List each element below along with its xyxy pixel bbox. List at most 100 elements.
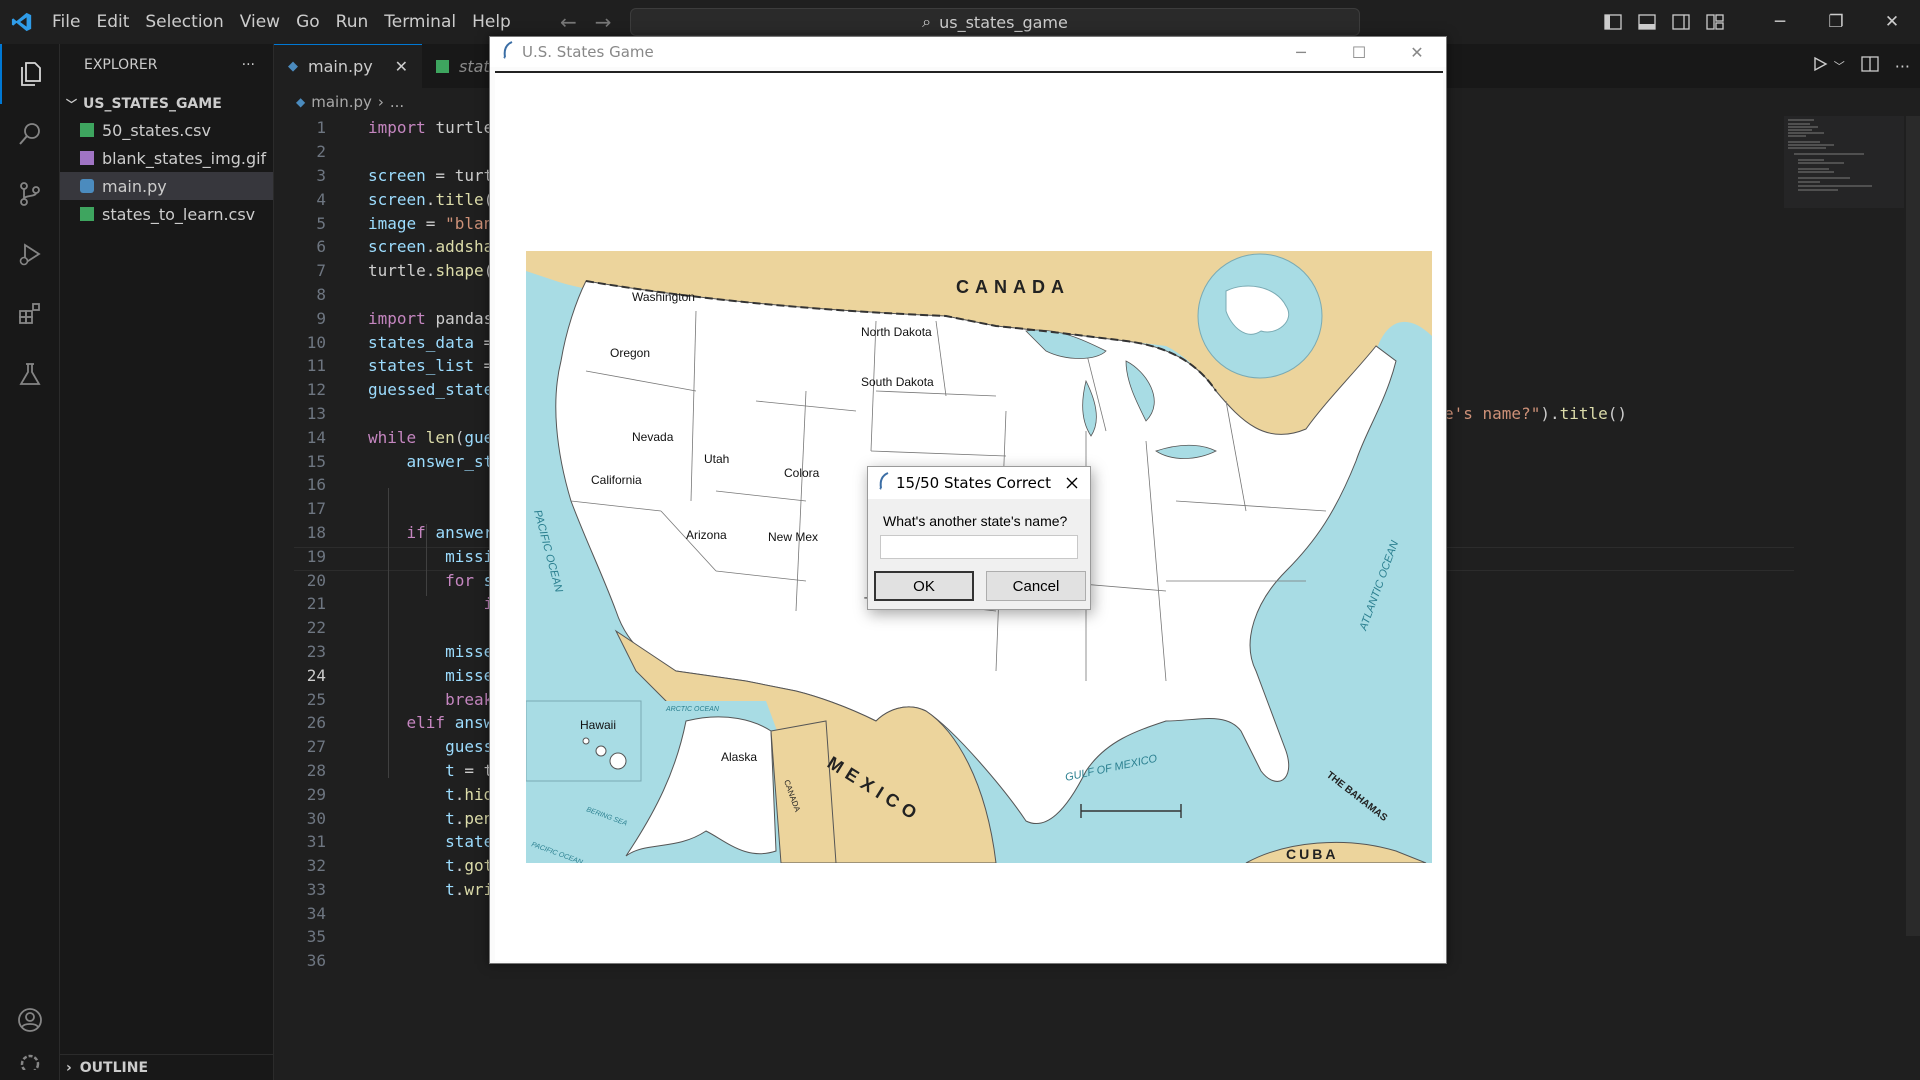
- minimap[interactable]: [1784, 116, 1904, 208]
- line-number: 17: [306, 499, 326, 519]
- customize-layout-icon[interactable]: [1698, 0, 1732, 44]
- extensions-icon[interactable]: [0, 284, 60, 344]
- source-control-icon[interactable]: [0, 164, 60, 224]
- close-window-icon[interactable]: ✕: [1388, 37, 1446, 67]
- command-center-label: us_states_game: [939, 12, 1068, 32]
- state-label: Utah: [704, 452, 729, 466]
- state-label: Arizona: [686, 528, 727, 542]
- testing-flask-icon[interactable]: [0, 344, 60, 404]
- close-tab-icon[interactable]: ✕: [395, 57, 408, 76]
- csv-file-icon: [80, 123, 94, 137]
- line-number: 16: [306, 475, 326, 495]
- code-token: if: [406, 522, 436, 542]
- line-number: 1: [316, 118, 326, 138]
- restore-icon[interactable]: ❐: [1808, 0, 1864, 44]
- code-token: turtle.: [368, 261, 436, 281]
- line-number: 2: [316, 142, 326, 162]
- tab-label: stat: [459, 56, 490, 76]
- line-number: 5: [316, 213, 326, 233]
- search-icon[interactable]: [0, 104, 60, 164]
- breadcrumb-file[interactable]: main.py: [311, 93, 372, 111]
- file-item[interactable]: states_to_learn.csv: [60, 200, 273, 228]
- more-actions-icon[interactable]: ···: [242, 57, 255, 73]
- line-number: 13: [306, 403, 326, 423]
- run-python-icon[interactable]: [1812, 56, 1828, 76]
- command-center-search[interactable]: ⌕ us_states_game: [630, 8, 1360, 36]
- file-item[interactable]: 50_states.csv: [60, 116, 273, 144]
- feather-icon: [502, 41, 514, 63]
- toggle-panel-icon[interactable]: [1630, 0, 1664, 44]
- cancel-button[interactable]: Cancel: [986, 571, 1086, 601]
- minimize-icon[interactable]: ─: [1272, 37, 1330, 67]
- tab-label: main.py: [308, 57, 373, 76]
- tab-main-py[interactable]: ◆ main.py ✕: [274, 44, 422, 88]
- menu-run[interactable]: Run: [328, 0, 377, 44]
- more-editor-actions-icon[interactable]: ···: [1895, 57, 1910, 76]
- menu-view[interactable]: View: [232, 0, 288, 44]
- breadcrumb-rest[interactable]: ...: [390, 93, 404, 111]
- run-debug-icon[interactable]: [0, 224, 60, 284]
- line-number: 36: [306, 951, 326, 971]
- menu-selection[interactable]: Selection: [137, 0, 231, 44]
- toggle-secondary-sidebar-icon[interactable]: [1664, 0, 1698, 44]
- code-token: elif: [406, 713, 455, 733]
- indent-guide: [388, 488, 389, 778]
- back-arrow-icon[interactable]: ←: [560, 10, 577, 34]
- line-number: 29: [306, 784, 326, 804]
- close-window-icon[interactable]: ✕: [1864, 0, 1920, 44]
- file-label: main.py: [102, 176, 167, 196]
- line-number: 34: [306, 903, 326, 923]
- line-number: 14: [306, 427, 326, 447]
- python-file-icon: ◆: [296, 95, 306, 109]
- code-token: title: [1559, 404, 1608, 423]
- menu-go[interactable]: Go: [288, 0, 328, 44]
- line-source: state_: [368, 832, 503, 851]
- activity-bar-bottom: [0, 990, 60, 1080]
- country-label: CANADA: [956, 277, 1070, 297]
- line-number: 8: [316, 284, 326, 304]
- state-label: California: [591, 473, 642, 487]
- line-number: 27: [306, 737, 326, 757]
- dialog-close-icon[interactable]: [1054, 467, 1090, 499]
- accounts-icon[interactable]: [0, 990, 60, 1050]
- ok-button[interactable]: OK: [874, 571, 974, 601]
- code-token: import: [368, 118, 436, 138]
- manage-gear-icon[interactable]: [0, 1050, 60, 1080]
- workspace-folder[interactable]: ﹀ US_STATES_GAME: [60, 92, 273, 116]
- code-token: t: [445, 808, 455, 828]
- outline-section[interactable]: › OUTLINE: [60, 1054, 274, 1080]
- forward-arrow-icon[interactable]: →: [595, 10, 612, 34]
- code-token: turtle: [435, 118, 494, 138]
- run-dropdown-chevron-icon[interactable]: ﹀: [1834, 58, 1845, 74]
- state-label: Hawaii: [580, 718, 616, 732]
- file-item[interactable]: main.py: [60, 172, 273, 200]
- turtle-window-title: U.S. States Game: [522, 43, 654, 61]
- toggle-primary-sidebar-icon[interactable]: [1596, 0, 1630, 44]
- code-token: t: [445, 879, 455, 899]
- code-token: (): [1607, 404, 1628, 423]
- explorer-icon[interactable]: [0, 44, 60, 104]
- menu-file[interactable]: File: [44, 0, 88, 44]
- vertical-scrollbar[interactable]: [1906, 116, 1920, 936]
- line-source: t.writ: [368, 880, 503, 899]
- minimize-icon[interactable]: ─: [1752, 0, 1808, 44]
- python-file-icon: [80, 179, 94, 193]
- water-label: PACIFIC OCEAN: [531, 509, 565, 594]
- state-name-input[interactable]: [880, 535, 1078, 559]
- split-editor-icon[interactable]: [1861, 56, 1879, 76]
- menu-terminal[interactable]: Terminal: [376, 0, 464, 44]
- line-source: t.goto: [368, 856, 503, 875]
- file-item[interactable]: blank_states_img.gif: [60, 144, 273, 172]
- code-token: .: [425, 189, 436, 209]
- code-token: screen: [368, 165, 426, 185]
- menu-edit[interactable]: Edit: [88, 0, 137, 44]
- line-number: 15: [306, 451, 326, 471]
- maximize-icon[interactable]: ☐: [1330, 37, 1388, 67]
